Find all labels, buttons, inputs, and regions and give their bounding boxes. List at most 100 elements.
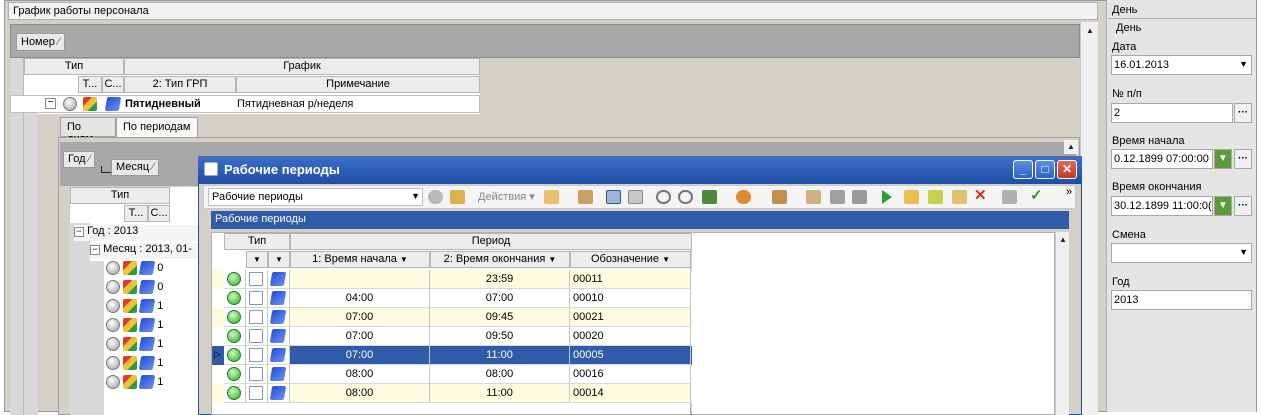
year-field[interactable]: 2013 xyxy=(1111,290,1252,310)
start-time-cell[interactable]: 04:00 xyxy=(290,289,430,308)
search-next-icon[interactable] xyxy=(678,190,693,204)
chevron-down-icon[interactable]: ▼ xyxy=(1239,247,1248,257)
type-filter-2[interactable]: ▼ xyxy=(268,251,290,268)
end-time-cell[interactable]: 09:50 xyxy=(430,327,570,346)
schedule-row[interactable]: − Пятидневный Пятидневная р/неделя xyxy=(10,95,480,113)
toolbar-overflow-icon[interactable]: » xyxy=(1066,186,1072,198)
delete-icon[interactable]: ✕ xyxy=(974,186,987,204)
confirm-icon[interactable]: ✓ xyxy=(1030,186,1043,204)
end-time-filter-icon[interactable]: ▼ xyxy=(1214,196,1232,216)
copy-icon[interactable] xyxy=(544,190,559,204)
start-time-cell[interactable]: 08:00 xyxy=(290,384,430,403)
chevron-down-icon[interactable]: ▼ xyxy=(662,255,670,264)
edit-cell[interactable] xyxy=(268,365,290,384)
group-by-number[interactable]: Номер ⁄ xyxy=(16,33,65,51)
start-time-cell[interactable]: 07:00 xyxy=(290,308,430,327)
group-by-area[interactable] xyxy=(10,24,1080,58)
maximize-button[interactable]: □ xyxy=(1035,160,1055,179)
end-time-cell[interactable]: 23:59 xyxy=(430,270,570,289)
actions-menu[interactable]: Действия ▾ xyxy=(478,190,535,203)
filter-icon[interactable] xyxy=(702,190,717,204)
date-field[interactable]: 16.01.2013 ▼ xyxy=(1111,55,1252,75)
stop-icon[interactable] xyxy=(852,190,867,204)
list-item[interactable]: 1 xyxy=(106,356,200,375)
number-field[interactable]: 2 xyxy=(1111,103,1233,123)
scroll-up-icon[interactable]: ▲ xyxy=(1056,233,1070,247)
edit-icon[interactable] xyxy=(138,261,156,275)
code-cell[interactable]: 00021 xyxy=(570,308,691,327)
table-row[interactable]: 07:00 09:50 00020 xyxy=(212,327,692,346)
col-t[interactable]: Т... xyxy=(78,76,102,93)
group-by-year[interactable]: Год ⁄ xyxy=(63,151,96,168)
start-time-cell[interactable]: 07:00 xyxy=(290,346,430,365)
end-time-cell[interactable]: 08:00 xyxy=(430,365,570,384)
close-button[interactable]: ✕ xyxy=(1057,160,1077,179)
edit-icon[interactable] xyxy=(104,97,122,111)
collapse-icon[interactable]: − xyxy=(90,245,100,255)
year-row[interactable]: − Год : 2013 xyxy=(74,225,200,241)
minimize-button[interactable]: _ xyxy=(1013,160,1033,179)
end-time-field[interactable]: 30.12.1899 11:00:0( xyxy=(1111,196,1213,216)
end-time-lookup-button[interactable]: ··· xyxy=(1234,196,1252,216)
scroll-up-icon[interactable]: ▲ xyxy=(1064,140,1078,154)
main-vscroll[interactable]: ▲ xyxy=(1080,22,1098,415)
list-item[interactable]: 0 xyxy=(106,261,200,280)
start-time-cell[interactable] xyxy=(290,270,430,289)
dialog-titlebar[interactable]: Рабочие периоды _ □ ✕ xyxy=(198,156,1082,184)
chevron-down-icon[interactable]: ▼ xyxy=(548,255,556,264)
chevron-down-icon[interactable]: ▼ xyxy=(1239,59,1248,69)
export-icon[interactable] xyxy=(772,190,787,204)
end-time-cell[interactable]: 07:00 xyxy=(430,289,570,308)
list-item[interactable]: 1 xyxy=(106,375,200,394)
edit-icon[interactable] xyxy=(269,386,287,401)
paste-icon[interactable] xyxy=(578,190,593,204)
col-end-time[interactable]: 2: Время окончания ▼ xyxy=(430,251,570,268)
code-cell[interactable]: 00011 xyxy=(570,270,691,289)
table-view-icon[interactable] xyxy=(628,190,643,204)
grid-view-icon[interactable] xyxy=(606,190,621,204)
start-time-lookup-button[interactable]: ··· xyxy=(1234,149,1252,169)
type-filter-1[interactable]: ▼ xyxy=(246,251,268,268)
start-time-filter-icon[interactable]: ▼ xyxy=(1214,149,1232,169)
number-lookup-button[interactable]: ··· xyxy=(1234,103,1252,123)
code-cell[interactable]: 00014 xyxy=(570,384,691,403)
chevron-down-icon[interactable]: ▼ xyxy=(411,191,420,201)
code-cell[interactable]: 00020 xyxy=(570,327,691,346)
table-row[interactable]: 08:00 11:00 00014 xyxy=(212,384,692,403)
edit-cell[interactable] xyxy=(268,308,290,327)
view-combo[interactable]: Рабочие периоды ▼ xyxy=(208,188,423,206)
list-item[interactable]: 1 xyxy=(106,318,200,337)
preview-icon[interactable] xyxy=(806,190,821,204)
scroll-up-icon[interactable]: ▲ xyxy=(1083,24,1097,38)
edit-icon[interactable] xyxy=(269,348,287,363)
edit-icon[interactable] xyxy=(269,310,287,325)
edit-cell[interactable] xyxy=(268,270,290,289)
col-c[interactable]: С... xyxy=(102,76,124,93)
col-t[interactable]: Т... xyxy=(124,205,148,222)
col-grp-type[interactable]: 2: Тип ГРП xyxy=(124,76,236,93)
col-note[interactable]: Примечание xyxy=(236,76,480,93)
edit-icon[interactable] xyxy=(269,291,287,306)
add-doc-icon[interactable] xyxy=(904,190,919,204)
tab-by-days[interactable]: По дням xyxy=(60,117,116,145)
table-row[interactable]: 23:59 00011 xyxy=(212,270,692,289)
edit-doc-icon[interactable] xyxy=(952,190,967,204)
start-time-cell[interactable]: 08:00 xyxy=(290,365,430,384)
edit-icon[interactable] xyxy=(138,280,156,294)
edit-cell[interactable] xyxy=(268,346,290,365)
col-code[interactable]: Обозначение ▼ xyxy=(570,251,691,268)
edit-icon[interactable] xyxy=(269,367,287,382)
shift-field[interactable]: ▼ xyxy=(1111,243,1252,263)
group-by-month[interactable]: Месяц ⁄ xyxy=(111,159,160,176)
col-c[interactable]: С... xyxy=(148,205,170,222)
chevron-down-icon[interactable]: ▼ xyxy=(275,255,283,264)
code-cell[interactable]: 00016 xyxy=(570,365,691,384)
chevron-down-icon[interactable]: ▼ xyxy=(400,255,408,264)
search-icon[interactable] xyxy=(656,190,671,204)
refresh-icon[interactable] xyxy=(736,190,751,204)
end-time-cell[interactable]: 11:00 xyxy=(430,384,570,403)
list-item[interactable]: 0 xyxy=(106,280,200,299)
person-icon[interactable] xyxy=(450,190,465,204)
copy-doc-icon[interactable] xyxy=(928,190,943,204)
month-row[interactable]: − Месяц : 2013, 01- xyxy=(90,243,200,259)
